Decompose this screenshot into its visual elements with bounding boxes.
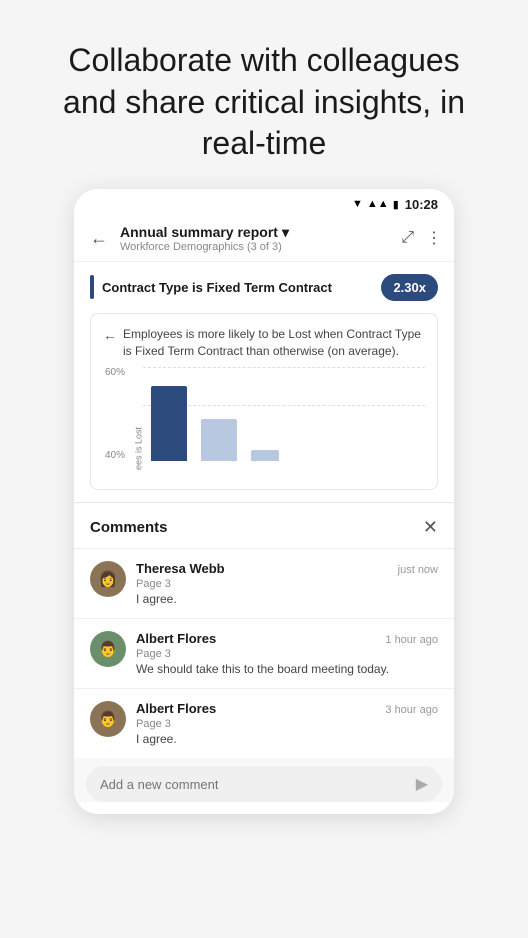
insight-bar-indicator bbox=[90, 275, 94, 299]
hero-title: Collaborate with colleagues and share cr… bbox=[40, 40, 488, 165]
comment-content-albert2: Albert Flores 3 hour ago Page 3 I agree. bbox=[136, 701, 438, 746]
comment-time-albert1: 1 hour ago bbox=[385, 634, 438, 646]
avatar: 👨 bbox=[90, 701, 126, 737]
bar-fixed-term bbox=[151, 386, 187, 461]
chart-back: ← Employees is more likely to be Lost wh… bbox=[103, 326, 425, 360]
comment-author-theresa: Theresa Webb bbox=[136, 561, 225, 576]
comment-input-area[interactable]: ▶ bbox=[86, 766, 442, 802]
status-time: 10:28 bbox=[405, 197, 438, 212]
avatar-face-albert2: 👨 bbox=[90, 701, 126, 737]
comment-text-albert1: We should take this to the board meeting… bbox=[136, 662, 438, 676]
back-button[interactable]: ← bbox=[86, 224, 112, 253]
comment-text-albert2: I agree. bbox=[136, 732, 438, 746]
header-title-area: Annual summary report ▾ Workforce Demogr… bbox=[120, 224, 393, 253]
comment-item: 👨 Albert Flores 3 hour ago Page 3 I agre… bbox=[74, 688, 454, 758]
y-axis-labels: 60% 40% bbox=[105, 367, 125, 461]
more-options-icon[interactable]: ⋮ bbox=[426, 228, 442, 248]
comments-section: Comments ✕ 👩 Theresa Webb just now Page … bbox=[74, 502, 454, 802]
comment-page-albert2: Page 3 bbox=[136, 718, 438, 730]
avatar-face-albert1: 👨 bbox=[90, 631, 126, 667]
comment-time-albert2: 3 hour ago bbox=[385, 704, 438, 716]
hero-section: Collaborate with colleagues and share cr… bbox=[0, 0, 528, 189]
chart-description: Employees is more likely to be Lost when… bbox=[123, 326, 425, 360]
comment-content-albert1: Albert Flores 1 hour ago Page 3 We shoul… bbox=[136, 631, 438, 676]
comment-item: 👨 Albert Flores 1 hour ago Page 3 We sho… bbox=[74, 618, 454, 688]
bar-other bbox=[201, 419, 237, 461]
avatar: 👩 bbox=[90, 561, 126, 597]
insight-header: Contract Type is Fixed Term Contract 2.3… bbox=[90, 274, 438, 301]
comment-page-theresa: Page 3 bbox=[136, 578, 438, 590]
avatar: 👨 bbox=[90, 631, 126, 667]
comment-time-theresa: just now bbox=[398, 564, 438, 576]
send-comment-button[interactable]: ▶ bbox=[416, 774, 428, 794]
comment-page-albert1: Page 3 bbox=[136, 648, 438, 660]
bar-chart-wrapper: 60% 40% ees is Lost bbox=[103, 367, 425, 477]
y-label-60: 60% bbox=[105, 367, 125, 378]
expand-icon[interactable]: ⤢ bbox=[401, 229, 414, 247]
dropdown-icon[interactable]: ▾ bbox=[282, 224, 289, 241]
chart-card: ← Employees is more likely to be Lost wh… bbox=[90, 313, 438, 491]
comment-content-theresa: Theresa Webb just now Page 3 I agree. bbox=[136, 561, 438, 606]
avatar-face-theresa: 👩 bbox=[90, 561, 126, 597]
comment-meta-albert1: Albert Flores 1 hour ago bbox=[136, 631, 438, 646]
comment-input[interactable] bbox=[100, 777, 408, 792]
status-bar: ▼ ▲▲ ▮ 10:28 bbox=[74, 189, 454, 216]
wifi-icon: ▼ bbox=[352, 198, 363, 210]
report-subtitle: Workforce Demographics (3 of 3) bbox=[120, 241, 393, 253]
comment-item: 👩 Theresa Webb just now Page 3 I agree. bbox=[74, 548, 454, 618]
comment-author-albert2: Albert Flores bbox=[136, 701, 216, 716]
status-icons: ▼ ▲▲ ▮ bbox=[352, 198, 399, 211]
y-label-40: 40% bbox=[105, 450, 125, 461]
close-comments-button[interactable]: ✕ bbox=[423, 517, 438, 538]
battery-icon: ▮ bbox=[393, 198, 399, 211]
app-header: ← Annual summary report ▾ Workforce Demo… bbox=[74, 216, 454, 262]
comment-meta-theresa: Theresa Webb just now bbox=[136, 561, 438, 576]
header-actions: ⤢ ⋮ bbox=[401, 228, 442, 248]
comments-title: Comments bbox=[90, 519, 168, 536]
phone-mockup: ▼ ▲▲ ▮ 10:28 ← Annual summary report ▾ W… bbox=[74, 189, 454, 815]
bars-container bbox=[143, 367, 425, 461]
comment-text-theresa: I agree. bbox=[136, 592, 438, 606]
insight-label: Contract Type is Fixed Term Contract bbox=[102, 280, 373, 295]
chart-section: Contract Type is Fixed Term Contract 2.3… bbox=[74, 262, 454, 503]
comments-header: Comments ✕ bbox=[74, 503, 454, 548]
bar-small bbox=[251, 450, 279, 461]
signal-icon: ▲▲ bbox=[367, 198, 389, 210]
comment-author-albert1: Albert Flores bbox=[136, 631, 216, 646]
report-title: Annual summary report ▾ bbox=[120, 224, 393, 241]
comment-meta-albert2: Albert Flores 3 hour ago bbox=[136, 701, 438, 716]
chart-back-arrow[interactable]: ← bbox=[103, 327, 117, 343]
multiplier-badge: 2.30x bbox=[381, 274, 438, 301]
